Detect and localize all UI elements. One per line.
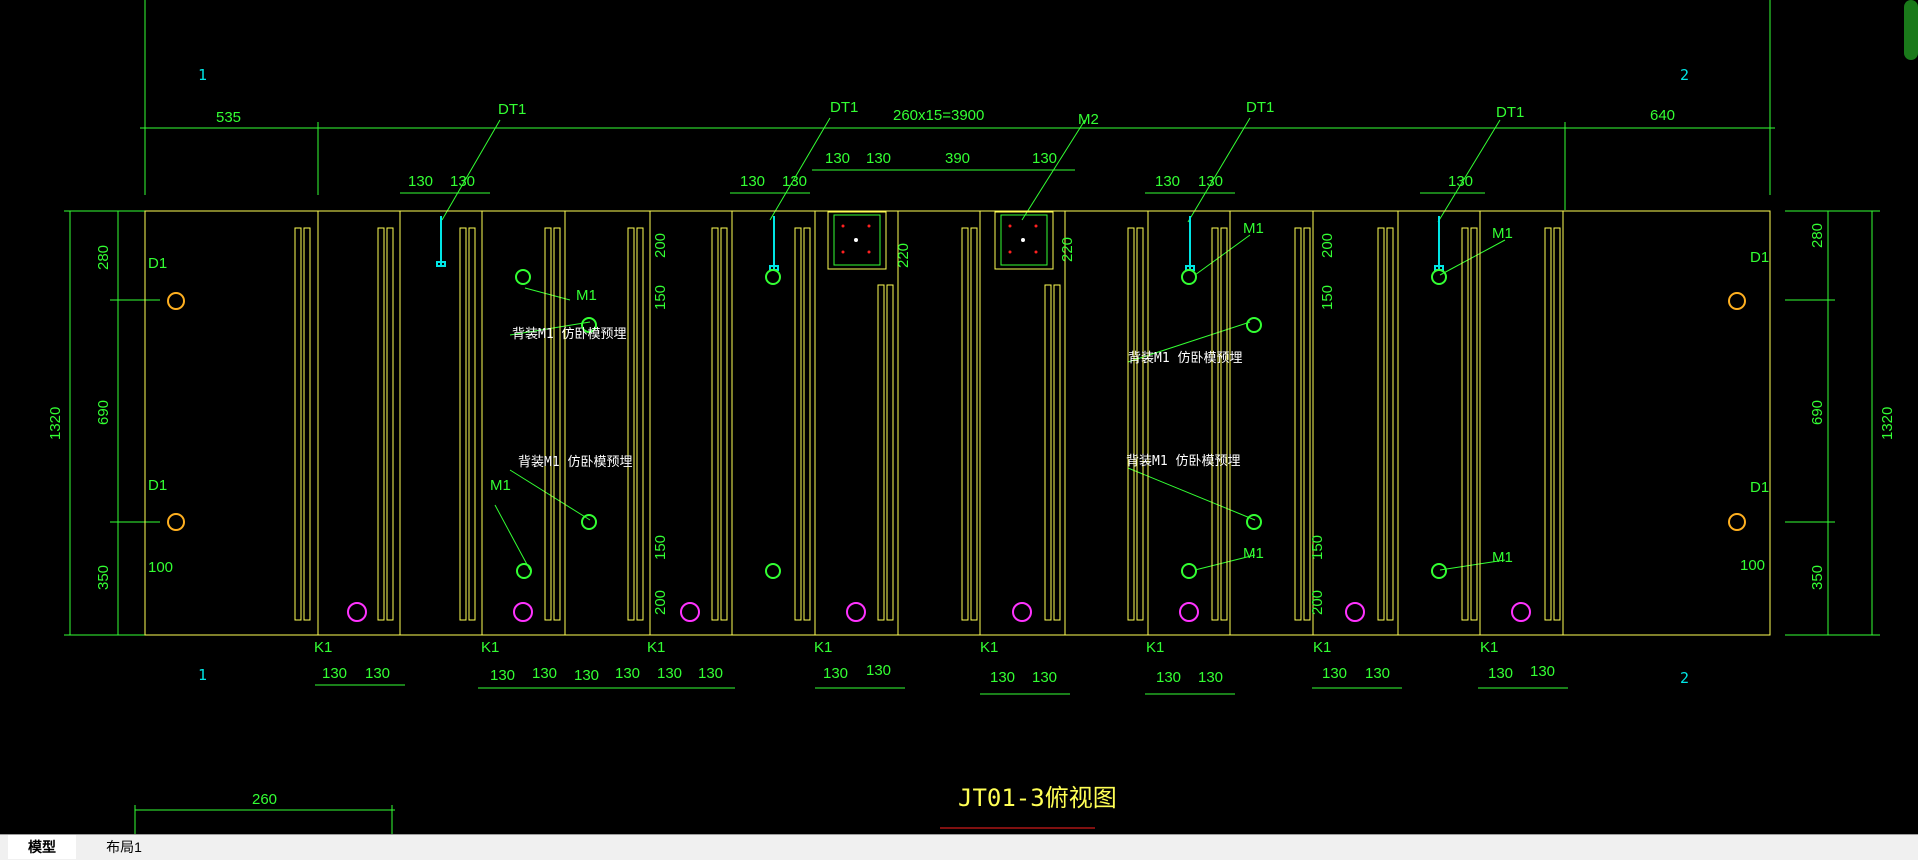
dim-130-e: 130	[825, 150, 850, 167]
k1-label-5: K1	[980, 639, 998, 656]
k1-label-1: K1	[314, 639, 332, 656]
dim-100-right: 100	[1740, 557, 1765, 574]
m1-label-3: M1	[1243, 220, 1264, 237]
dim-150-d: 150	[1309, 535, 1326, 560]
dt1-label-2: DT1	[830, 99, 858, 116]
m1-embeds	[515, 269, 1447, 579]
d1-embeds	[167, 292, 1746, 531]
drawing-title: JT01-3俯视图	[958, 784, 1117, 812]
dt1-label-3: DT1	[1246, 99, 1274, 116]
right-dim-280: 280	[1809, 223, 1826, 248]
bdim-130-15: 130	[1322, 665, 1347, 682]
yellow-outline	[144, 210, 1771, 636]
m2-boxes	[827, 211, 1054, 270]
d1-label-1: D1	[148, 255, 167, 272]
k1-label-8: K1	[1480, 639, 1498, 656]
bdim-130-8: 130	[698, 665, 723, 682]
bdim-130-1: 130	[322, 665, 347, 682]
dt1-anchors	[436, 216, 1444, 271]
dim-150-c: 150	[1319, 285, 1336, 310]
bdim-130-17: 130	[1488, 665, 1513, 682]
bdim-130-7: 130	[657, 665, 682, 682]
section-mark-2-top: 2	[1680, 66, 1689, 84]
k1-label-6: K1	[1146, 639, 1164, 656]
bdim-130-3: 130	[490, 667, 515, 684]
green-linework	[64, 0, 1880, 834]
k1-label-7: K1	[1313, 639, 1331, 656]
k1-label-3: K1	[647, 639, 665, 656]
dim-130-h: 130	[1155, 173, 1180, 190]
dim-220-b: 220	[1059, 237, 1076, 262]
dim-150-a: 150	[652, 285, 669, 310]
bdim-130-4: 130	[532, 665, 557, 682]
dim-130-j: 130	[1448, 173, 1473, 190]
dim-130-b: 130	[450, 173, 475, 190]
bdim-130-16: 130	[1365, 665, 1390, 682]
right-dim-350: 350	[1809, 565, 1826, 590]
dim-130-i: 130	[1198, 173, 1223, 190]
dim-220-a: 220	[895, 243, 912, 268]
bdim-130-11: 130	[990, 669, 1015, 686]
dim-130-c: 130	[740, 173, 765, 190]
m1-label-5: M1	[1492, 225, 1513, 242]
m1-label-1: M1	[576, 287, 597, 304]
section-mark-2-bottom: 2	[1680, 669, 1689, 687]
section-mark-1-top: 1	[198, 66, 207, 84]
dim-150-b: 150	[652, 535, 669, 560]
dim-535: 535	[216, 109, 241, 126]
section-mark-1-bottom: 1	[198, 666, 207, 684]
dim-3900: 260x15=3900	[893, 107, 984, 124]
d1-label-4: D1	[1750, 479, 1769, 496]
d1-label-2: D1	[148, 477, 167, 494]
layout-tab-bar: 模型 布局1	[0, 834, 1918, 860]
bdim-130-9: 130	[823, 665, 848, 682]
left-dim-280: 280	[95, 245, 112, 270]
k1-embeds	[347, 602, 1531, 622]
dim-390: 390	[945, 150, 970, 167]
dim-200-d: 200	[1309, 590, 1326, 615]
left-dim-1320: 1320	[47, 407, 64, 440]
note-back-3: 背装M1 仿卧模预埋	[1128, 351, 1242, 366]
tab-model[interactable]: 模型	[8, 835, 76, 859]
tab-layout1[interactable]: 布局1	[88, 835, 160, 859]
bdim-130-13: 130	[1156, 669, 1181, 686]
d1-label-3: D1	[1750, 249, 1769, 266]
bdim-130-10: 130	[866, 662, 891, 679]
left-dim-350: 350	[95, 565, 112, 590]
m2-label: M2	[1078, 111, 1099, 128]
dim-100-left: 100	[148, 559, 173, 576]
m1-label-2: M1	[490, 477, 511, 494]
dim-130-a: 130	[408, 173, 433, 190]
m1-label-4: M1	[1243, 545, 1264, 562]
left-dim-690: 690	[95, 400, 112, 425]
dt1-label-4: DT1	[1496, 104, 1524, 121]
dim-200-c: 200	[1319, 233, 1336, 258]
drawing-canvas[interactable]: 535 260x15=3900 640 1 2 1 2 DT1 DT1 DT1 …	[0, 0, 1918, 834]
dim-130-g: 130	[1032, 150, 1057, 167]
dim-200-a: 200	[652, 233, 669, 258]
bdim-130-5: 130	[574, 667, 599, 684]
note-back-1: 背装M1 仿卧模预埋	[512, 327, 626, 342]
bdim-130-12: 130	[1032, 669, 1057, 686]
bdim-130-18: 130	[1530, 663, 1555, 680]
dt1-label-1: DT1	[498, 101, 526, 118]
bdim-130-6: 130	[615, 665, 640, 682]
scrollbar-thumb[interactable]	[1904, 0, 1918, 60]
dim-200-b: 200	[652, 590, 669, 615]
right-dim-1320: 1320	[1879, 407, 1896, 440]
bdim-130-14: 130	[1198, 669, 1223, 686]
cad-drawing[interactable]: 535 260x15=3900 640 1 2 1 2 DT1 DT1 DT1 …	[0, 0, 1918, 834]
dim-130-f: 130	[866, 150, 891, 167]
k1-label-4: K1	[814, 639, 832, 656]
right-dim-690: 690	[1809, 400, 1826, 425]
bdim-130-2: 130	[365, 665, 390, 682]
note-back-4: 背装M1 仿卧模预埋	[1126, 454, 1240, 469]
m1-label-6: M1	[1492, 549, 1513, 566]
dim-130-d: 130	[782, 173, 807, 190]
note-back-2: 背装M1 仿卧模预埋	[518, 455, 632, 470]
dim-640: 640	[1650, 107, 1675, 124]
k1-label-2: K1	[481, 639, 499, 656]
dim-260-bottom: 260	[252, 791, 277, 808]
